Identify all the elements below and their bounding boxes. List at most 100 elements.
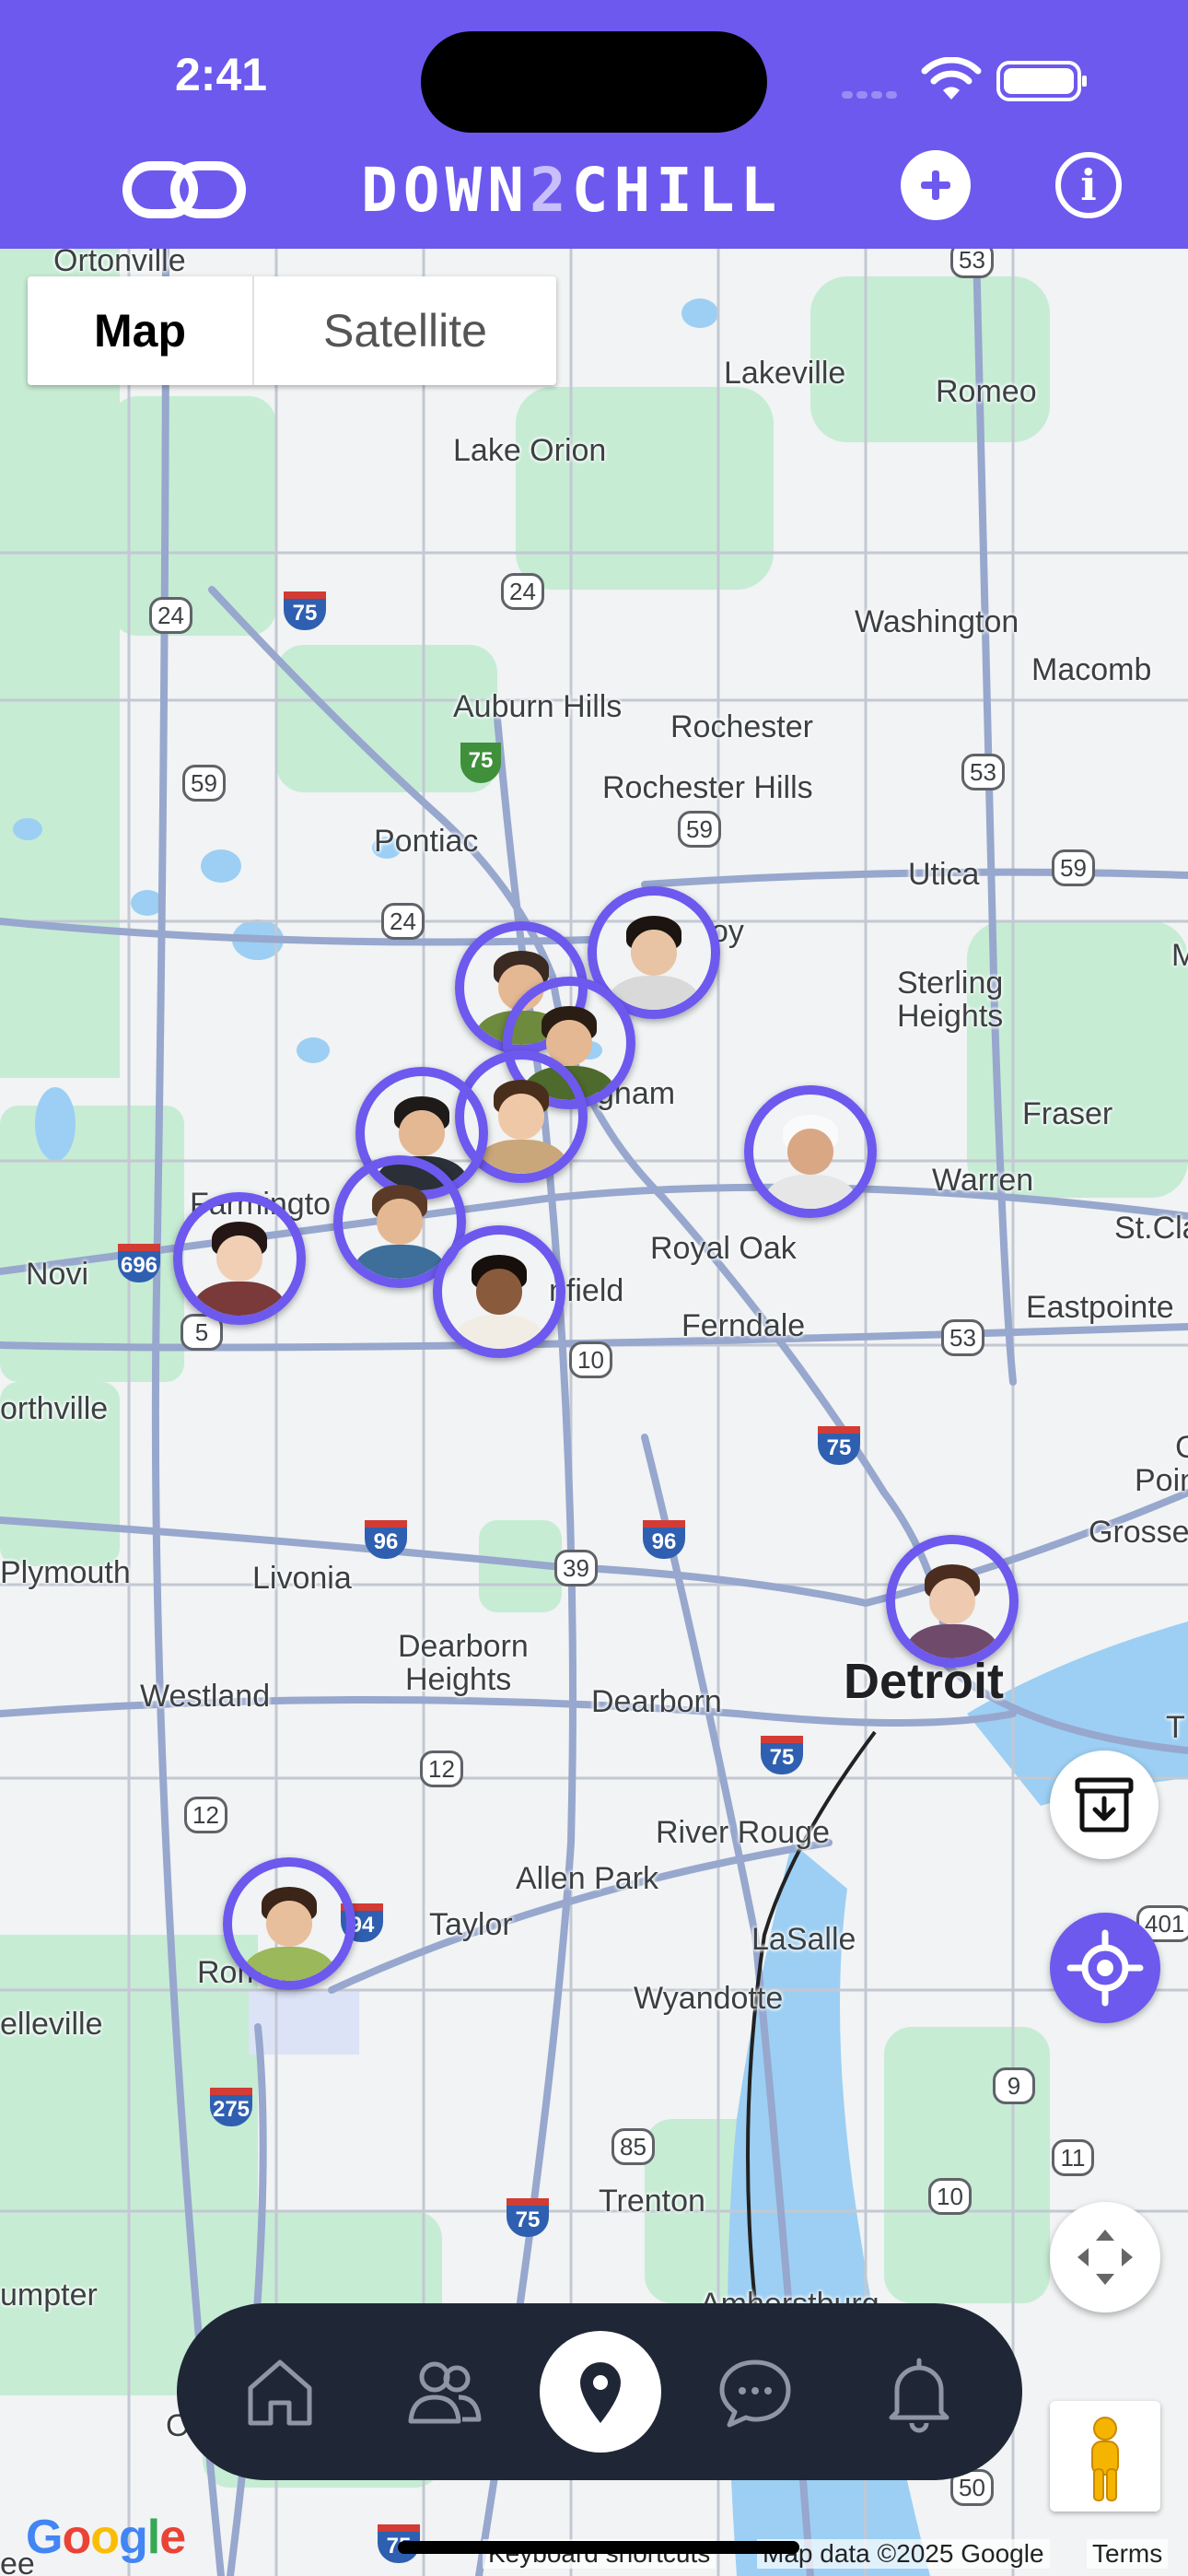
place-label: Grosse (1089, 1515, 1188, 1550)
place-label: Heights (897, 999, 1004, 1034)
bell-icon[interactable] (875, 2348, 963, 2436)
interstate-shield: 275 (210, 2088, 252, 2126)
friend-avatar[interactable] (223, 1857, 355, 1990)
place-label: Pontiac (374, 824, 479, 859)
place-label: Utica (908, 857, 980, 892)
home-icon[interactable] (236, 2348, 324, 2436)
road-shield: 85 (611, 2128, 655, 2165)
map-type-map-button[interactable]: Map (28, 276, 254, 385)
road-shield: 24 (149, 597, 192, 634)
interstate-shield: 96 (643, 1520, 685, 1559)
place-label: Macomb (1031, 652, 1152, 687)
interstate-shield: 75 (507, 2198, 549, 2237)
road-shield: 24 (381, 903, 425, 940)
place-label: Eastpointe (1026, 1290, 1174, 1325)
place-label: Fraser (1022, 1096, 1113, 1131)
place-label: Warren (932, 1163, 1034, 1198)
place-label: Rochester Hills (602, 770, 813, 805)
map-data-attribution: Map data ©2025 Google (757, 2539, 1050, 2569)
app-title: DOWN2CHILL (361, 155, 782, 226)
status-time: 2:41 (175, 49, 268, 100)
people-icon[interactable] (400, 2348, 488, 2436)
place-label: Ortonville (53, 249, 186, 278)
archive-download-icon (1075, 1777, 1134, 1832)
place-label: Allen Park (516, 1861, 658, 1896)
road-shield: 53 (941, 1319, 984, 1356)
map-type-satellite-button[interactable]: Satellite (254, 276, 556, 385)
road-shield: 10 (928, 2178, 972, 2215)
place-label: C (1175, 1430, 1188, 1465)
home-indicator (398, 2541, 799, 2554)
pegman-icon (1091, 2417, 1119, 2501)
place-label: Sterling (897, 966, 1004, 1001)
wifi-icon (921, 57, 982, 100)
place-label: Lakeville (724, 356, 846, 391)
place-label: M (1171, 938, 1188, 973)
place-label: Ferndale (681, 1308, 806, 1343)
place-label: orthville (0, 1391, 109, 1426)
archive-button[interactable] (1050, 1751, 1159, 1859)
place-label: Plymouth (0, 1555, 131, 1590)
add-button[interactable] (901, 150, 971, 220)
place-label: Taylor (429, 1907, 513, 1942)
cellular-signal-icon (842, 87, 901, 103)
street-view-button[interactable] (1050, 2401, 1160, 2512)
place-label: Trenton (599, 2184, 705, 2219)
brand-suffix: CHILL (571, 155, 783, 226)
app-header: 2:41 DOWN2CHILL i (0, 0, 1188, 249)
road-shield: 24 (501, 573, 544, 610)
fullscreen-icon (1077, 2230, 1133, 2285)
brand-prefix: DOWN (361, 155, 530, 226)
place-label: Wyandotte (634, 1981, 784, 2016)
place-label: Dearborn (591, 1684, 722, 1719)
place-label: Auburn Hills (453, 689, 623, 724)
place-label: River Rouge (656, 1815, 830, 1850)
battery-icon (996, 61, 1087, 101)
friend-avatar[interactable] (433, 1225, 565, 1358)
road-shield: 39 (554, 1550, 598, 1587)
place-label: Poin (1135, 1463, 1188, 1498)
road-shield: 11 (1052, 2139, 1094, 2176)
road-shield: 53 (961, 754, 1005, 790)
place-label: Royal Oak (650, 1231, 797, 1266)
road-shield: 12 (184, 1797, 227, 1833)
terms-link[interactable]: Terms (1087, 2539, 1169, 2569)
place-label: Washington (855, 604, 1019, 639)
friend-avatar[interactable] (744, 1085, 877, 1218)
crosshair-icon (1066, 1929, 1144, 2007)
friend-avatar[interactable] (886, 1535, 1019, 1668)
place-label: umpter (0, 2277, 98, 2313)
info-button[interactable]: i (1055, 152, 1122, 218)
place-label: Dearborn (398, 1629, 529, 1664)
road-shield: 10 (569, 1341, 612, 1378)
link-icon[interactable] (122, 158, 247, 221)
tab-map[interactable] (540, 2331, 661, 2453)
interstate-shield: 75 (761, 1736, 803, 1774)
place-label: St.Cla (1114, 1211, 1188, 1246)
brand-two: 2 (529, 155, 572, 226)
fullscreen-button[interactable] (1050, 2202, 1160, 2313)
map-type-toggle: Map Satellite (28, 276, 556, 385)
place-label: Romeo (936, 374, 1037, 409)
chat-icon[interactable] (711, 2348, 799, 2436)
place-label: Livonia (252, 1561, 352, 1596)
bottom-tab-bar (177, 2303, 1022, 2480)
friend-avatar[interactable] (173, 1192, 306, 1325)
interstate-shield: 75 (818, 1426, 860, 1465)
map-pin-icon (580, 2362, 621, 2423)
road-shield: 59 (678, 811, 721, 848)
map-view[interactable]: Ortonville Lakeville Romeo Lake Orion Wa… (0, 249, 1188, 2576)
interstate-shield: 696 (118, 1244, 160, 1282)
us-route-shield: 75 (460, 743, 501, 783)
locate-me-button[interactable] (1050, 1913, 1160, 2023)
interstate-shield: 96 (365, 1520, 407, 1559)
place-label: Heights (405, 1662, 512, 1697)
place-label: Westland (140, 1679, 271, 1714)
dynamic-island (421, 31, 767, 133)
place-label: T (1166, 1710, 1185, 1745)
road-shield: 9 (993, 2067, 1035, 2104)
road-shield: 59 (1052, 849, 1095, 886)
road-shield: 53 (950, 249, 994, 278)
road-shield: 12 (420, 1751, 463, 1787)
place-label: Rochester (670, 709, 813, 744)
